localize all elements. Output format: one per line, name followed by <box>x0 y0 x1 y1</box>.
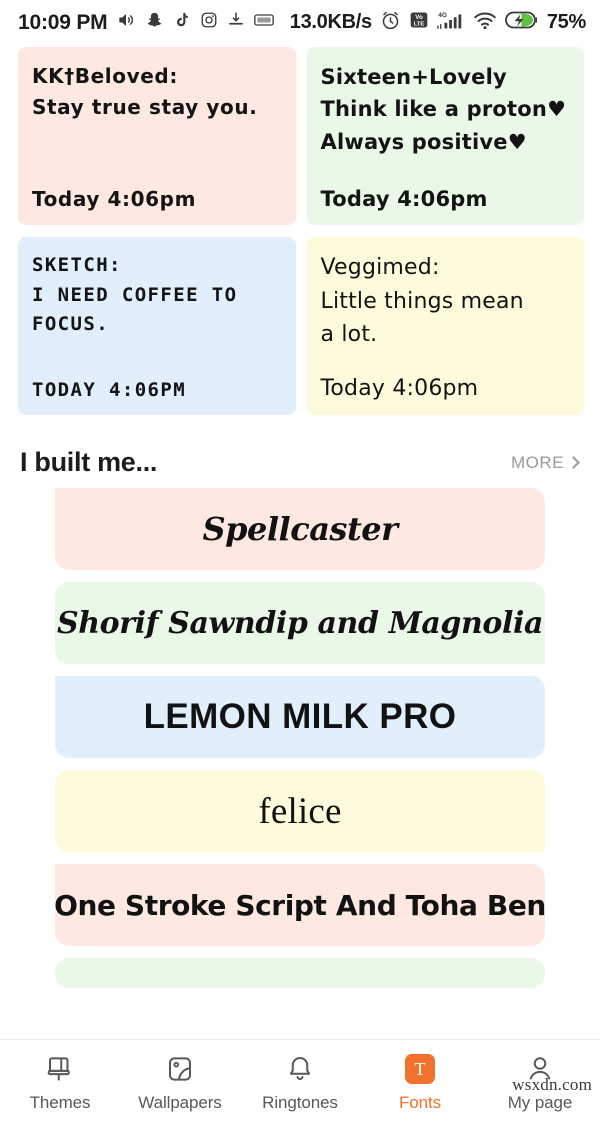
note-timestamp: Today 4:06pm <box>320 187 488 211</box>
note-timestamp: Today 4:06pm <box>32 187 197 211</box>
fonts-tile-glyph: T <box>405 1054 435 1084</box>
note-body: SKETCH: I NEED COFFEE TO FOCUS. <box>32 253 282 367</box>
status-bar-left: 10:09 PM <box>18 10 275 35</box>
snapchat-icon <box>145 11 164 35</box>
note-card-sixteen-lovely[interactable]: Sixteen+Lovely Think like a proton♥ Alwa… <box>306 47 584 225</box>
note-timestamp: TODAY 4:06PM <box>32 379 187 401</box>
instagram-icon <box>200 11 218 34</box>
note-card-kk-beloved[interactable]: KK†Beloved: Stay true stay you. Today 4:… <box>18 47 296 225</box>
download-icon <box>227 11 245 34</box>
font-item-shorif-sawndip[interactable]: Shorif Sawndip and Magnolia <box>55 582 545 664</box>
fonts-icon: T <box>403 1052 437 1086</box>
nav-label: Themes <box>29 1093 91 1112</box>
note-timestamp: Today 4:06pm <box>320 376 479 401</box>
note-line: Always positive♥ <box>320 129 527 154</box>
battery-percent: 75% <box>546 11 586 33</box>
font-list: Spellcaster Shorif Sawndip and Magnolia … <box>0 488 600 994</box>
note-body: KK†Beloved: Stay true stay you. <box>32 63 282 175</box>
content-scroll-area[interactable]: KK†Beloved: Stay true stay you. Today 4:… <box>0 45 600 1039</box>
note-card-sketch[interactable]: SKETCH: I NEED COFFEE TO FOCUS. TODAY 4:… <box>18 237 296 415</box>
more-label: MORE <box>511 452 564 472</box>
note-card-grid: KK†Beloved: Stay true stay you. Today 4:… <box>0 45 600 415</box>
svg-text:4G: 4G <box>438 12 447 19</box>
status-bar: 10:09 PM 13.0KB/s Vo LTE 4G 75% <box>0 0 600 45</box>
note-line: FOCUS. <box>32 313 110 336</box>
page-title: I built me... <box>20 447 158 477</box>
nav-item-fonts[interactable]: T Fonts <box>360 1040 480 1125</box>
note-line: Think like a proton♥ <box>320 97 567 122</box>
app-root: 10:09 PM 13.0KB/s Vo LTE 4G 75% KK†Belov… <box>0 0 600 1125</box>
nav-label: Ringtones <box>262 1093 338 1112</box>
note-card-veggimed[interactable]: Veggimed: Little things mean a lot. Toda… <box>306 237 584 415</box>
font-item-one-stroke-script[interactable]: One Stroke Script And Toha Ben <box>54 864 546 946</box>
nav-item-ringtones[interactable]: Ringtones <box>240 1040 360 1125</box>
font-name: Shorif Sawndip and Magnolia <box>56 605 544 641</box>
keyboard-icon <box>254 13 275 32</box>
volume-icon <box>116 10 136 35</box>
bottom-navigation: Themes Wallpapers Ringtones T Fonts My p… <box>0 1039 600 1125</box>
nav-item-themes[interactable]: Themes <box>0 1040 120 1125</box>
wifi-icon <box>473 10 497 35</box>
font-name: LEMON MILK PRO <box>143 697 457 736</box>
network-speed: 13.0KB/s <box>289 11 372 33</box>
note-line: I NEED COFFEE TO <box>32 283 238 306</box>
note-line: Sixteen+Lovely <box>320 65 507 89</box>
watermark: wsxdn.com <box>512 1075 592 1094</box>
alarm-icon <box>380 10 401 36</box>
nav-item-wallpapers[interactable]: Wallpapers <box>120 1040 240 1125</box>
status-bar-right: 13.0KB/s Vo LTE 4G 75% <box>289 9 587 36</box>
nav-label: Wallpapers <box>138 1093 222 1112</box>
font-item-felice[interactable]: felice <box>55 770 545 852</box>
font-item-partial[interactable] <box>55 958 545 988</box>
font-item-spellcaster[interactable]: Spellcaster <box>55 488 545 570</box>
bell-icon <box>283 1052 317 1086</box>
note-line: Little things mean <box>320 288 524 314</box>
note-body: Sixteen+Lovely Think like a proton♥ Alwa… <box>321 63 571 175</box>
status-time: 10:09 PM <box>18 10 108 34</box>
note-line: SKETCH: <box>32 254 122 276</box>
font-item-lemon-milk-pro[interactable]: LEMON MILK PRO <box>55 676 545 758</box>
wallpapers-icon <box>163 1052 197 1086</box>
note-line: KK†Beloved: <box>32 64 178 88</box>
font-name: One Stroke Script And Toha Ben <box>54 888 546 922</box>
note-line: Veggimed: <box>320 255 440 280</box>
note-body: Veggimed: Little things mean a lot. <box>321 253 571 364</box>
more-link[interactable]: MORE <box>511 452 580 473</box>
nav-label: My page <box>507 1093 573 1112</box>
themes-icon <box>43 1052 77 1086</box>
section-header: I built me... MORE <box>0 415 600 488</box>
note-line: Stay true stay you. <box>32 95 258 119</box>
signal-4g-icon: 4G <box>437 9 465 36</box>
chevron-right-icon <box>567 455 580 469</box>
font-name: felice <box>258 790 342 832</box>
note-line: a lot. <box>320 322 378 348</box>
tiktok-icon <box>173 11 191 34</box>
font-name: Spellcaster <box>202 510 398 548</box>
battery-charging-icon <box>504 10 539 35</box>
svg-text:Vo: Vo <box>415 14 423 21</box>
nav-label: Fonts <box>398 1093 442 1112</box>
svg-text:LTE: LTE <box>414 21 425 27</box>
volte-icon: Vo LTE <box>409 10 429 35</box>
